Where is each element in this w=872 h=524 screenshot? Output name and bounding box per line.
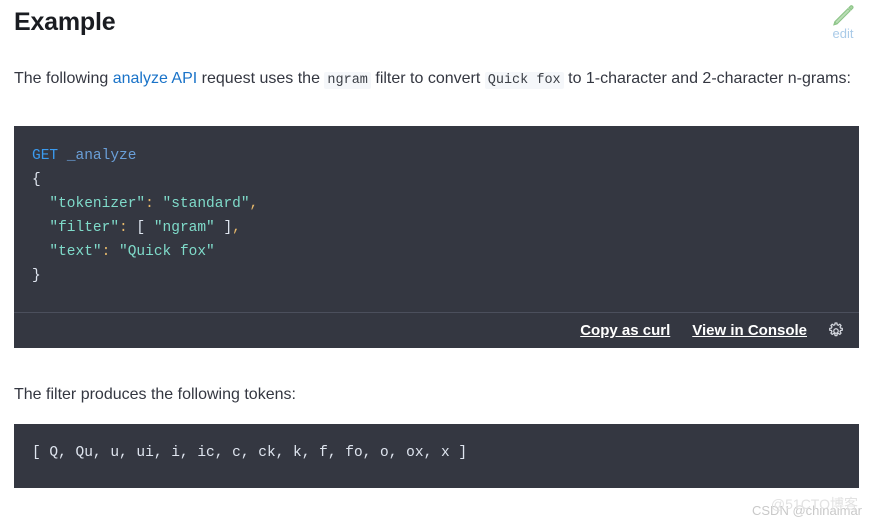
comma-1: , (249, 196, 259, 212)
http-method: GET (32, 148, 59, 164)
pencil-icon (830, 2, 856, 28)
page-title: Example (14, 8, 116, 36)
intro-text-1: The following (14, 70, 113, 87)
analyze-api-link[interactable]: analyze API (113, 70, 198, 87)
brace-open: { (32, 172, 41, 188)
intro-text-2: request uses the (197, 70, 325, 87)
copy-as-curl-link[interactable]: Copy as curl (580, 322, 670, 339)
brace-close: } (32, 268, 41, 284)
comma-2: , (232, 220, 241, 236)
key-filter: "filter" (49, 220, 120, 236)
intro-text-4: to 1-character and 2-character n-grams: (563, 70, 851, 87)
key-tokenizer: "tokenizer" (49, 196, 146, 212)
bracket-open: [ (127, 220, 154, 236)
value-tokenizer: "standard" (153, 196, 250, 212)
tokens-paragraph: The filter produces the following tokens… (14, 386, 296, 403)
key-text: "text" (49, 244, 102, 260)
edit-label: edit (832, 26, 854, 41)
inline-code-quick-fox: Quick fox (484, 72, 564, 89)
response-code-text[interactable]: [ Q, Qu, u, ui, i, ic, c, ck, k, f, fo, … (14, 424, 859, 471)
watermark-line-1: CSDN @chinaimar (752, 503, 862, 518)
http-path: _analyze (66, 148, 137, 164)
value-text: "Quick fox" (110, 244, 215, 260)
gear-icon[interactable] (825, 320, 847, 342)
inline-code-ngram: ngram (324, 72, 371, 89)
colon-2: : (119, 220, 128, 236)
bracket-close: ] (214, 220, 233, 236)
watermark: CSDN @chinaimar @51CTO博客 (682, 496, 862, 520)
colon-1: : (145, 196, 154, 212)
intro-text-3: filter to convert (370, 70, 485, 87)
heading-row: Example (14, 6, 859, 38)
value-filter-ngram: "ngram" (153, 220, 215, 236)
view-in-console-link[interactable]: View in Console (692, 322, 807, 339)
code-block-footer: Copy as curl View in Console (14, 312, 859, 348)
response-code-block: [ Q, Qu, u, ui, i, ic, c, ck, k, f, fo, … (14, 424, 859, 488)
edit-button[interactable]: edit (820, 2, 866, 41)
watermark-line-2: @51CTO博客 (770, 496, 858, 512)
request-code-block: GET _analyze { "tokenizer": "standard", … (14, 126, 859, 348)
request-code-text[interactable]: GET _analyze { "tokenizer": "standard", … (14, 126, 859, 294)
documentation-page: Example edit The following analyze API r… (0, 0, 872, 524)
intro-paragraph: The following analyze API request uses t… (14, 66, 862, 93)
